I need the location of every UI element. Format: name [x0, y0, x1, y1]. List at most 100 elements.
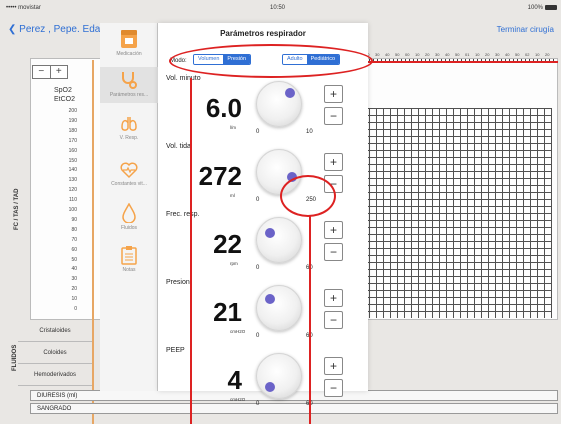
- time-ruler-label: 10: [415, 52, 420, 57]
- increment-button[interactable]: +: [324, 221, 343, 239]
- y-tick-label: 170: [68, 137, 77, 144]
- y-tick-label: 10: [71, 296, 77, 303]
- zoom-out-button[interactable]: −: [33, 66, 51, 78]
- menu-item-vresp[interactable]: V. Resp.: [100, 115, 158, 141]
- panel-title: Parámetros respirador: [220, 29, 306, 38]
- heart-pulse-icon: [120, 162, 138, 179]
- param-unit: cmH2O: [230, 329, 246, 334]
- knob-indicator: [265, 228, 275, 238]
- stethoscope-icon: [122, 72, 137, 89]
- time-ruler-label: 30: [435, 52, 440, 57]
- y-tick-label: 140: [68, 167, 77, 174]
- y-tick-label: 110: [69, 197, 77, 204]
- param-unit: rpm: [230, 261, 238, 266]
- param-min: 0: [256, 401, 260, 407]
- increment-button[interactable]: +: [324, 85, 343, 103]
- knob-indicator: [265, 382, 275, 392]
- param-knob[interactable]: [256, 81, 302, 127]
- param-name: Frec. resp.: [166, 211, 200, 218]
- time-ruler-label: 50: [515, 52, 520, 57]
- param-max: 10: [306, 129, 313, 135]
- param-unit: ml: [230, 193, 235, 198]
- y-tick-label: 60: [71, 246, 77, 253]
- y-tick-label: 70: [71, 236, 77, 243]
- time-ruler-label: 20: [425, 52, 430, 57]
- param-knob[interactable]: [256, 353, 302, 399]
- carrier-text: ••••• movistar: [6, 5, 41, 11]
- back-button[interactable]: ❮ Perez , Pepe. Eda: [8, 24, 100, 35]
- y-tick-label: 130: [68, 177, 77, 184]
- fluid-row-coloides[interactable]: Coloides: [18, 342, 92, 364]
- sangrado-row[interactable]: SANGRADO: [30, 403, 558, 414]
- menu-item-medicacion[interactable]: Medicación: [100, 29, 158, 57]
- param-value: 21: [213, 297, 242, 327]
- time-ruler-label: 10: [535, 52, 540, 57]
- fluid-row-cristaloides[interactable]: Cristaloides: [18, 320, 92, 342]
- time-ruler-label: 30: [375, 52, 380, 57]
- y-tick-label: 150: [68, 157, 77, 164]
- increment-button[interactable]: +: [324, 289, 343, 307]
- time-ruler-label: 50: [395, 52, 400, 57]
- status-bar: ••••• movistar 10:50 100%: [0, 0, 561, 16]
- param-name: PEEP: [166, 347, 185, 354]
- y-tick-label: 190: [68, 117, 77, 124]
- menu-item-notas[interactable]: Notas: [100, 245, 158, 273]
- param-name: Vol. minuto: [166, 75, 201, 82]
- menu-item-parametros[interactable]: Parámetros res...: [100, 67, 158, 103]
- increment-button[interactable]: +: [324, 357, 343, 375]
- time-ruler-label: 50: [455, 52, 460, 57]
- menu-label-medicacion: Medicación: [116, 51, 142, 57]
- annotation-line-left: [190, 78, 192, 424]
- menu-label-fluidos: Fluidos: [120, 225, 138, 231]
- decrement-button[interactable]: −: [324, 379, 343, 397]
- y-tick-label: 90: [71, 216, 77, 223]
- vitals-grid[interactable]: [362, 108, 552, 318]
- current-time-marker: [92, 60, 94, 424]
- patient-name: Perez , Pepe. Eda: [19, 24, 101, 35]
- param-min: 0: [256, 265, 260, 271]
- zoom-in-button[interactable]: +: [51, 66, 68, 78]
- increment-button[interactable]: +: [324, 153, 343, 171]
- fluids-section-title: FLUIDOS: [12, 344, 18, 371]
- param-knob[interactable]: [256, 285, 302, 331]
- time-ruler-label: 40: [505, 52, 510, 57]
- finish-surgery-button[interactable]: Terminar cirugía: [497, 25, 554, 34]
- param-value: 4: [227, 365, 242, 395]
- param-knob[interactable]: [256, 217, 302, 263]
- time-ruler-label: 02: [525, 52, 530, 57]
- param-name: Vol. tidal: [166, 143, 193, 150]
- zoom-control[interactable]: − +: [32, 65, 68, 79]
- decrement-button[interactable]: −: [324, 243, 343, 261]
- param-unit: cmH2O: [230, 397, 246, 402]
- param-value: 272: [198, 161, 242, 191]
- menu-item-constantes[interactable]: Constantes vit...: [100, 161, 158, 187]
- param-unit: l/m: [230, 125, 236, 130]
- y-tick-label: 100: [68, 207, 77, 213]
- param-min: 0: [256, 333, 260, 339]
- decrement-button[interactable]: −: [324, 311, 343, 329]
- chevron-left-icon: ❮: [8, 24, 20, 35]
- side-menu: Medicación Parámetros res... V. Resp. Co…: [100, 23, 158, 391]
- y-tick-label: 180: [68, 127, 77, 134]
- y-tick-label: 40: [71, 266, 77, 273]
- time-ruler-label: 00: [405, 52, 410, 57]
- time-ruler-label: 30: [495, 52, 500, 57]
- param-value: 6.0: [205, 93, 242, 123]
- knob-indicator: [265, 294, 275, 304]
- time-ruler-label: 40: [445, 52, 450, 57]
- annotation-line-right: [309, 216, 311, 424]
- y-tick-label: 200: [68, 108, 77, 114]
- decrement-button[interactable]: −: [324, 107, 343, 125]
- y-tick-label: 50: [71, 256, 77, 263]
- y-tick-label: 80: [71, 226, 77, 233]
- y-tick-label: 160: [68, 147, 77, 154]
- fluid-row-hemoderivados[interactable]: Hemoderivados: [18, 364, 92, 386]
- annotation-ellipse-max: [280, 175, 336, 217]
- clipboard-icon: [121, 246, 137, 265]
- annotation-line-top: [360, 61, 558, 63]
- menu-item-fluidos[interactable]: Fluidos: [100, 203, 158, 231]
- time-ruler-label: 10: [475, 52, 480, 57]
- time-ruler-label: 01: [465, 52, 470, 57]
- menu-label-constantes: Constantes vit...: [111, 181, 147, 187]
- lungs-icon: [121, 117, 137, 131]
